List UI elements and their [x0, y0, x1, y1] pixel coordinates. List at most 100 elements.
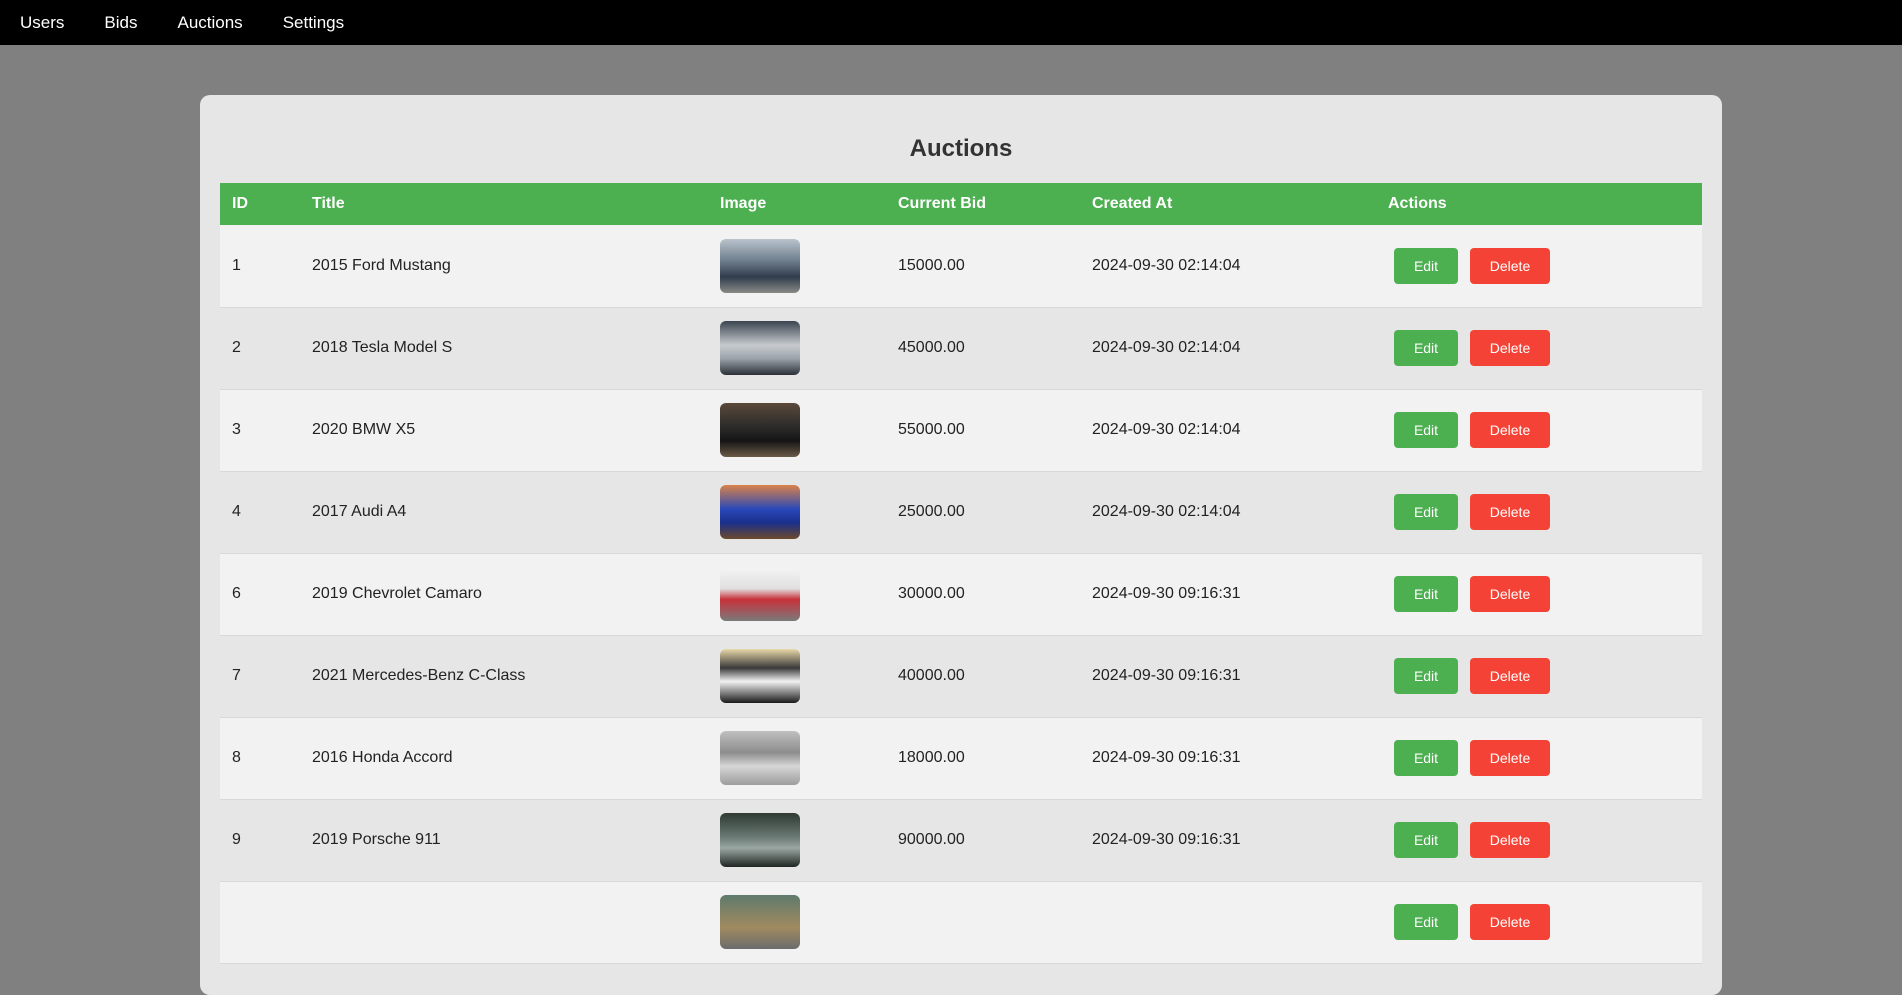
edit-button[interactable]: Edit — [1394, 658, 1458, 694]
edit-button[interactable]: Edit — [1394, 412, 1458, 448]
column-header-image: Image — [720, 195, 767, 212]
cell-created-at — [1080, 881, 1376, 963]
cell-created-at: 2024-09-30 09:16:31 — [1092, 585, 1241, 602]
delete-button[interactable]: Delete — [1470, 330, 1550, 366]
table-row: 6 2019 Chevrolet Camaro 30000.00 2024-09-30… — [220, 553, 1702, 635]
cell-image — [708, 635, 886, 717]
cell-current-bid: 18000.00 — [898, 749, 965, 766]
table-row: 2 2018 Tesla Model S 45000.00 2024-09-30 02… — [220, 307, 1702, 389]
cell-actions: Edit Delete — [1376, 717, 1702, 799]
delete-button[interactable]: Delete — [1470, 658, 1550, 694]
table-row: 9 2019 Porsche 911 90000.00 2024-09-30 09:1… — [220, 799, 1702, 881]
cell-current-bid — [886, 881, 1080, 963]
nav-link-settings[interactable]: Settings — [283, 13, 344, 33]
car-thumbnail-image — [720, 485, 800, 539]
cell-title — [300, 881, 708, 963]
cell-image — [708, 881, 886, 963]
cell-id: 9 — [232, 831, 241, 848]
car-thumbnail-image — [720, 649, 800, 703]
cell-title: 2015 Ford Mustang — [312, 256, 451, 274]
table-row: Edit Delete — [220, 881, 1702, 963]
cell-id: 7 — [232, 667, 241, 684]
column-header-id: ID — [232, 195, 248, 212]
delete-button[interactable]: Delete — [1470, 247, 1550, 284]
column-header-actions: Actions — [1388, 195, 1447, 212]
table-row: 4 2017 Audi A4 25000.00 2024-09-30 02:14:04… — [220, 471, 1702, 553]
table-row: 7 2021 Mercedes-Benz C-Class 40000.00 2024-… — [220, 635, 1702, 717]
cell-id: 4 — [232, 503, 241, 520]
car-thumbnail-image — [720, 813, 800, 867]
cell-created-at: 2024-09-30 09:16:31 — [1092, 831, 1241, 848]
delete-button[interactable]: Delete — [1470, 576, 1550, 612]
car-thumbnail-image — [720, 731, 800, 785]
table-header-row: ID Title Image Current Bid Created At Ac… — [220, 183, 1702, 225]
auctions-table: ID Title Image Current Bid Created At Ac… — [220, 183, 1702, 964]
edit-button[interactable]: Edit — [1394, 822, 1458, 858]
cell-title: 2018 Tesla Model S — [312, 339, 453, 356]
cell-created-at: 2024-09-30 09:16:31 — [1092, 749, 1241, 766]
top-navbar: Users Bids Auctions Settings — [0, 0, 1902, 45]
cell-id: 6 — [232, 585, 241, 602]
nav-link-bids[interactable]: Bids — [104, 13, 137, 33]
cell-id: 1 — [232, 256, 241, 274]
edit-button[interactable]: Edit — [1394, 330, 1458, 366]
cell-created-at: 2024-09-30 02:14:04 — [1092, 256, 1241, 274]
edit-button[interactable]: Edit — [1394, 740, 1458, 776]
delete-button[interactable]: Delete — [1470, 740, 1550, 776]
cell-actions: Edit Delete — [1376, 635, 1702, 717]
cell-id: 2 — [232, 339, 241, 356]
cell-created-at: 2024-09-30 02:14:04 — [1092, 503, 1241, 520]
cell-title: 2020 BMW X5 — [312, 421, 416, 438]
nav-link-auctions[interactable]: Auctions — [177, 13, 242, 33]
column-header-current-bid: Current Bid — [898, 195, 986, 212]
cell-id: 3 — [232, 421, 241, 438]
cell-current-bid: 55000.00 — [898, 421, 965, 438]
cell-title: 2017 Audi A4 — [312, 503, 407, 520]
cell-actions: Edit Delete — [1376, 471, 1702, 553]
cell-id: 8 — [232, 749, 241, 766]
edit-button[interactable]: Edit — [1394, 576, 1458, 612]
cell-current-bid: 45000.00 — [898, 339, 965, 356]
cell-image — [708, 471, 886, 553]
cell-created-at: 2024-09-30 02:14:04 — [1092, 421, 1241, 438]
cell-image — [708, 553, 886, 635]
car-thumbnail-image — [720, 567, 800, 621]
cell-actions: Edit Delete — [1376, 799, 1702, 881]
delete-button[interactable]: Delete — [1470, 494, 1550, 530]
cell-current-bid: 15000.00 — [898, 256, 965, 274]
cell-current-bid: 40000.00 — [898, 667, 965, 684]
cell-title: 2021 Mercedes-Benz C-Class — [312, 667, 526, 684]
cell-current-bid: 25000.00 — [898, 503, 965, 520]
cell-image — [708, 225, 886, 307]
car-thumbnail-image — [720, 321, 800, 375]
car-thumbnail-image — [720, 403, 800, 457]
cell-image — [708, 799, 886, 881]
cell-id — [220, 881, 300, 963]
cell-current-bid: 90000.00 — [898, 831, 965, 848]
cell-created-at: 2024-09-30 02:14:04 — [1092, 339, 1241, 356]
delete-button[interactable]: Delete — [1470, 822, 1550, 858]
table-row: 3 2020 BMW X5 55000.00 2024-09-30 02:14:04 E… — [220, 389, 1702, 471]
edit-button[interactable]: Edit — [1394, 904, 1458, 940]
edit-button[interactable]: Edit — [1394, 247, 1458, 284]
cell-image — [708, 307, 886, 389]
table-body: 1 2015 Ford Mustang 15000.00 2024-09-30 02:… — [220, 225, 1702, 963]
cell-actions: Edit Delete — [1376, 881, 1702, 963]
car-thumbnail-image — [720, 238, 800, 293]
cell-title: 2019 Chevrolet Camaro — [312, 585, 482, 602]
cell-image — [708, 389, 886, 471]
column-header-title: Title — [312, 195, 345, 212]
cell-current-bid: 30000.00 — [898, 585, 965, 602]
delete-button[interactable]: Delete — [1470, 412, 1550, 448]
page-title: Auctions — [909, 135, 1013, 162]
delete-button[interactable]: Delete — [1470, 904, 1550, 940]
cell-actions: Edit Delete — [1376, 389, 1702, 471]
nav-link-users[interactable]: Users — [20, 13, 64, 33]
cell-title: 2016 Honda Accord — [312, 749, 453, 766]
cell-actions: Edit Delete — [1376, 553, 1702, 635]
edit-button[interactable]: Edit — [1394, 494, 1458, 530]
cell-actions: Edit Delete — [1376, 225, 1702, 307]
column-header-created-at: Created At — [1092, 195, 1173, 212]
cell-image — [708, 717, 886, 799]
auctions-card: Auctions ID Title Image Current Bid Crea… — [200, 95, 1722, 995]
